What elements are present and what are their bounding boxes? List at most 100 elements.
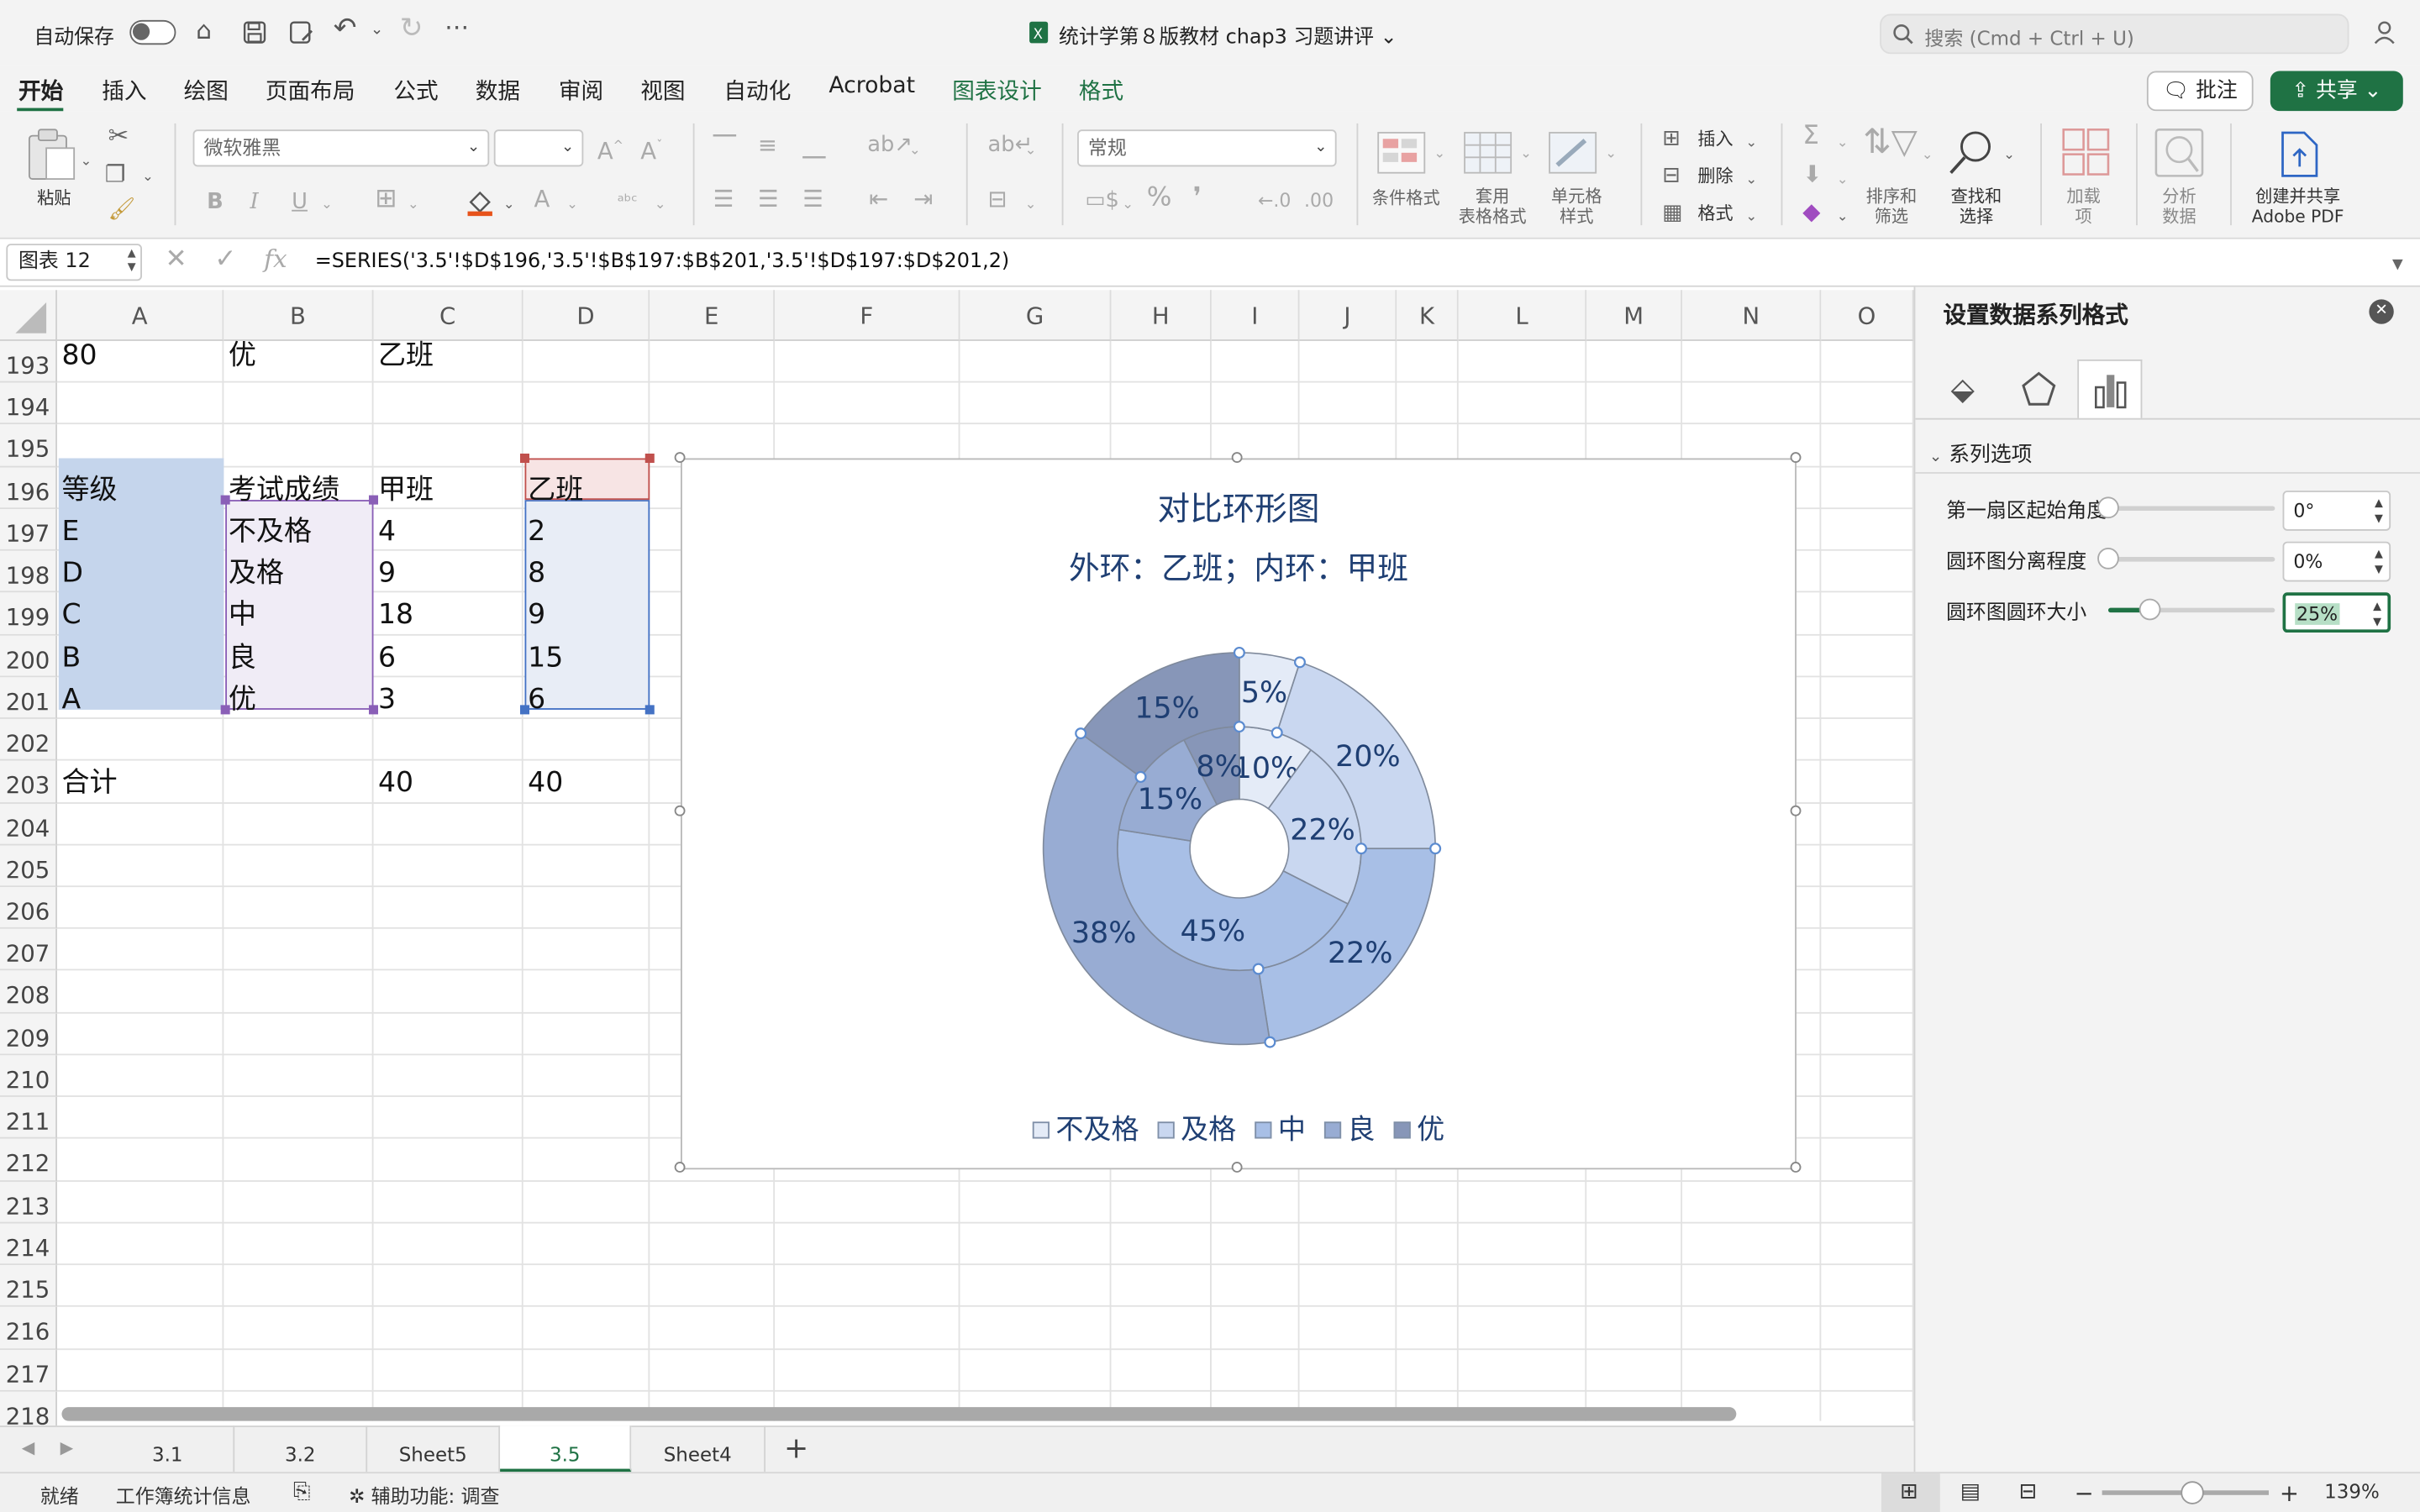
workbook-stats[interactable]: 工作簿统计信息 xyxy=(116,1479,251,1509)
number-format-combo[interactable]: 常规 ⌄ xyxy=(1077,129,1337,167)
copy-dropdown-icon[interactable]: ⌄ xyxy=(142,166,154,188)
clear-dropdown-icon[interactable]: ⌄ xyxy=(1837,207,1849,228)
macro-record-icon[interactable]: ⎘ xyxy=(293,1479,311,1504)
data-label[interactable]: 22% xyxy=(1328,937,1393,970)
format-cells-icon[interactable]: ▦ xyxy=(1662,202,1682,224)
name-box[interactable]: 图表 12 ▲ ▼ xyxy=(6,244,142,281)
fill-icon[interactable]: ⬇ xyxy=(1802,163,1822,186)
legend-item[interactable]: 不及格 xyxy=(1032,1114,1139,1147)
cell-C199[interactable]: 18 xyxy=(373,595,413,637)
row-header-216[interactable]: 216 xyxy=(0,1307,57,1350)
tab-automate[interactable]: 自动化 xyxy=(723,74,791,107)
row-header-195[interactable]: 195 xyxy=(0,424,57,467)
row-header-205[interactable]: 205 xyxy=(0,845,57,888)
autosave-toggle[interactable] xyxy=(129,19,176,45)
fill-color-icon[interactable] xyxy=(465,186,496,223)
phonetic-icon[interactable]: ᵃᵇᶜ xyxy=(618,192,638,213)
share-button[interactable]: ⇪ 共享 ⌄ xyxy=(2270,71,2403,112)
option-slider[interactable] xyxy=(2107,506,2275,511)
font-color-dropdown-icon[interactable]: ⌄ xyxy=(566,194,578,216)
decrease-indent-icon[interactable]: ⇤ xyxy=(869,187,888,211)
fill-line-tab-icon[interactable]: ⬙ xyxy=(1951,370,1975,407)
chart-resize-handle[interactable] xyxy=(674,452,686,464)
insert-cells-icon[interactable]: ⊞ xyxy=(1662,128,1681,150)
option-spin-input[interactable]: 25% ▲ ▼ xyxy=(2282,592,2391,633)
undo-dropdown-icon[interactable]: ⌄ xyxy=(371,18,383,43)
tab-insert[interactable]: 插入 xyxy=(102,74,146,107)
cell-D201[interactable]: 6 xyxy=(523,679,545,721)
cell-C201[interactable]: 3 xyxy=(373,679,396,721)
account-icon[interactable] xyxy=(2372,18,2400,52)
insert-cells-label[interactable]: 插入 xyxy=(1697,129,1733,150)
cell-B198[interactable]: 及格 xyxy=(224,553,284,595)
autosum-icon[interactable]: Σ xyxy=(1802,123,1819,149)
column-header-E[interactable]: E xyxy=(650,290,776,341)
increase-indent-icon[interactable]: ⇥ xyxy=(913,187,933,211)
adobe-pdf-label[interactable]: 创建并共享 Adobe PDF xyxy=(2252,186,2344,227)
data-label[interactable]: 38% xyxy=(1071,916,1137,950)
chart-resize-handle[interactable] xyxy=(1231,1162,1243,1173)
decrease-font-icon[interactable]: Aˇ xyxy=(640,136,662,162)
enter-icon[interactable]: ✓ xyxy=(214,246,236,272)
series-selection-point[interactable] xyxy=(1270,727,1283,739)
sort-filter-icon[interactable]: ⇅▽ xyxy=(1863,126,1918,160)
row-header-212[interactable]: 212 xyxy=(0,1139,57,1182)
legend-item[interactable]: 中 xyxy=(1255,1114,1306,1147)
chart-resize-handle[interactable] xyxy=(1790,1162,1802,1173)
row-header-214[interactable]: 214 xyxy=(0,1223,57,1266)
series-selection-point[interactable] xyxy=(1294,656,1306,669)
series-selection-point[interactable] xyxy=(1264,1036,1276,1048)
row-header-198[interactable]: 198 xyxy=(0,550,57,593)
cell-B196[interactable]: 考试成绩 xyxy=(224,469,339,511)
page-layout-view-icon[interactable]: ▤ xyxy=(1960,1479,1981,1504)
option-slider-knob[interactable] xyxy=(2097,548,2119,570)
sheet-tab-3.2[interactable]: 3.2 xyxy=(234,1425,368,1473)
table-format-dropdown-icon[interactable]: ⌄ xyxy=(1520,144,1532,165)
align-right-icon[interactable]: ☰ xyxy=(802,187,823,211)
font-size-combo[interactable]: ⌄ xyxy=(493,129,584,167)
cell-D199[interactable]: 9 xyxy=(523,595,545,637)
chart-resize-handle[interactable] xyxy=(1790,452,1802,464)
column-header-I[interactable]: I xyxy=(1211,290,1300,341)
data-label[interactable]: 20% xyxy=(1335,740,1401,774)
row-header-203[interactable]: 203 xyxy=(0,761,57,804)
zoom-out-icon[interactable]: − xyxy=(2075,1479,2094,1507)
percent-icon[interactable]: % xyxy=(1147,184,1172,210)
zoom-level[interactable]: 139% xyxy=(2324,1479,2380,1503)
addins-icon[interactable] xyxy=(2062,128,2112,183)
column-header-D[interactable]: D xyxy=(523,290,650,341)
row-header-211[interactable]: 211 xyxy=(0,1097,57,1140)
redo-icon[interactable]: ↻ xyxy=(400,14,424,42)
fill-dropdown-icon[interactable]: ⌄ xyxy=(1837,170,1849,192)
row-header-200[interactable]: 200 xyxy=(0,635,57,678)
row-header-199[interactable]: 199 xyxy=(0,592,57,635)
currency-dropdown-icon[interactable]: ⌄ xyxy=(1122,194,1134,216)
cell-A193[interactable]: 80 xyxy=(57,335,97,377)
formula-input[interactable]: =SERIES('3.5'!$D$196,'3.5'!$B$197:$B$201… xyxy=(315,250,1010,274)
cell-C200[interactable]: 6 xyxy=(373,637,396,679)
cell-C198[interactable]: 9 xyxy=(373,553,396,595)
series-selection-point[interactable] xyxy=(1134,770,1147,783)
cell-B201[interactable]: 优 xyxy=(224,679,256,721)
data-label[interactable]: 5% xyxy=(1241,676,1287,710)
cancel-icon[interactable]: ✕ xyxy=(166,246,187,272)
format-dropdown-icon[interactable]: ⌄ xyxy=(1745,207,1757,228)
series-selection-point[interactable] xyxy=(1252,963,1265,975)
delete-cells-label[interactable]: 删除 xyxy=(1697,165,1733,186)
italic-button[interactable]: I xyxy=(250,192,259,213)
fill-dropdown-icon[interactable]: ⌄ xyxy=(503,194,515,216)
tab-review[interactable]: 审阅 xyxy=(559,74,603,107)
series-selection-point[interactable] xyxy=(1355,843,1367,855)
align-middle-icon[interactable]: ≡ xyxy=(758,134,777,157)
table-format-icon[interactable] xyxy=(1463,131,1515,183)
data-label[interactable]: 45% xyxy=(1181,915,1246,948)
conditional-format-dropdown-icon[interactable]: ⌄ xyxy=(1434,144,1445,165)
cell-B197[interactable]: 不及格 xyxy=(224,511,312,553)
home-icon[interactable]: ⌂ xyxy=(196,18,212,43)
row-header-207[interactable]: 207 xyxy=(0,929,57,972)
range-handle[interactable] xyxy=(644,454,655,464)
tab-draw[interactable]: 绘图 xyxy=(184,74,229,107)
row-header-213[interactable]: 213 xyxy=(0,1181,57,1224)
find-select-dropdown-icon[interactable]: ⌄ xyxy=(2003,145,2015,167)
effects-tab-icon[interactable] xyxy=(2020,370,2057,413)
